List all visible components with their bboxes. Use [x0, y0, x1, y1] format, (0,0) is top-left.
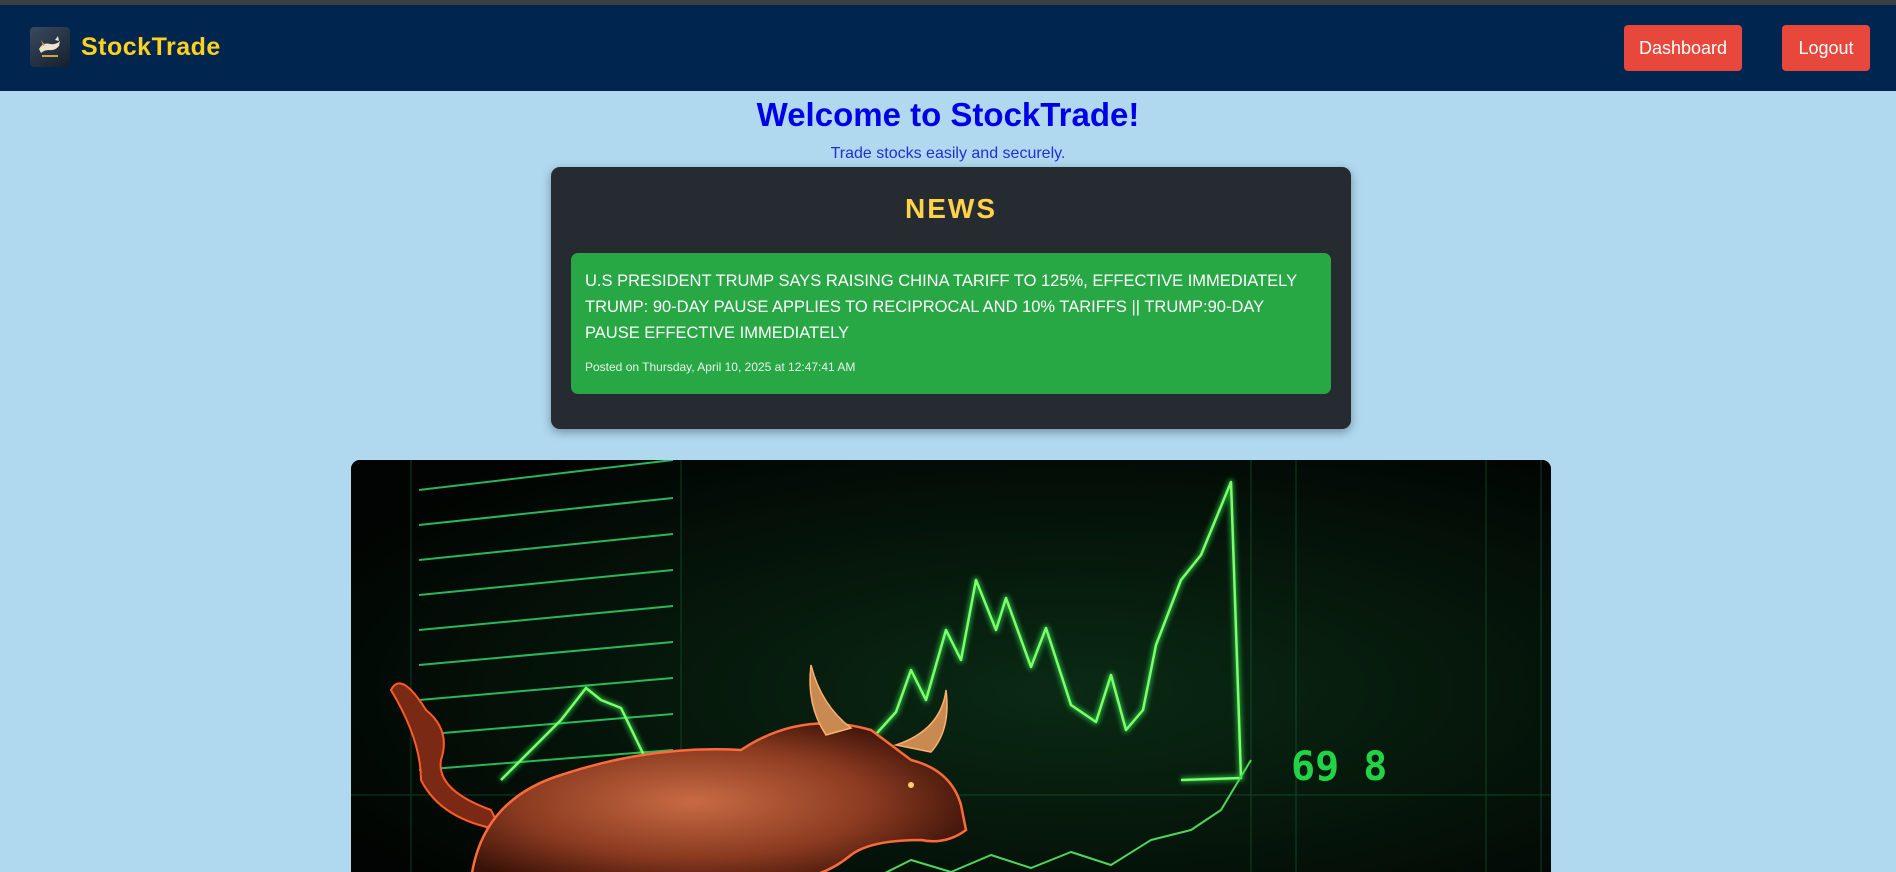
bull-market-banner-image: 69 8 — [351, 460, 1551, 872]
news-posted-date: Posted on Thursday, April 10, 2025 at 12… — [585, 360, 856, 374]
banner-ticker-digits: 69 8 — [1291, 744, 1387, 790]
bull-logo-icon — [30, 27, 70, 67]
navbar: StockTrade Dashboard Logout — [0, 5, 1896, 91]
news-headline: U.S PRESIDENT TRUMP SAYS RAISING CHINA T… — [585, 272, 1297, 342]
brand-name: StockTrade — [81, 32, 221, 61]
news-panel: NEWS U.S PRESIDENT TRUMP SAYS RAISING CH… — [551, 167, 1351, 429]
news-heading: NEWS — [905, 193, 997, 224]
brand[interactable]: StockTrade — [30, 27, 221, 67]
logout-button[interactable]: Logout — [1782, 25, 1870, 71]
dashboard-button[interactable]: Dashboard — [1624, 25, 1742, 71]
page-tagline: Trade stocks easily and securely. — [830, 145, 1066, 162]
page-title: Welcome to StockTrade! — [756, 96, 1140, 133]
news-item[interactable]: U.S PRESIDENT TRUMP SAYS RAISING CHINA T… — [571, 253, 1331, 394]
